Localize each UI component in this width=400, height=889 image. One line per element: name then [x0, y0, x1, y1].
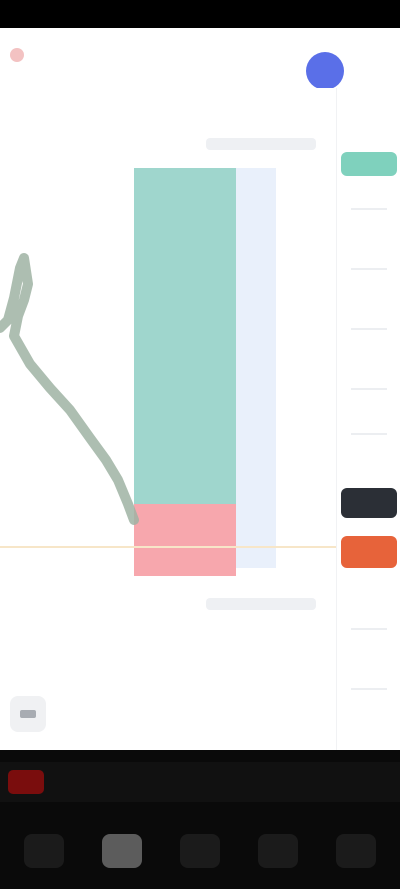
- axis-tick: [351, 628, 387, 630]
- axis-tick: [351, 268, 387, 270]
- axis-tick: [351, 208, 387, 210]
- drawing-tool-icon: [20, 710, 36, 718]
- price-tag-stop: [341, 536, 397, 568]
- price-line-path: [0, 253, 139, 525]
- nav-item-5[interactable]: [336, 834, 376, 868]
- axis-tick: [351, 388, 387, 390]
- symbol-title[interactable]: [32, 46, 162, 60]
- price-tag-target: [341, 152, 397, 176]
- price-line: [0, 253, 139, 525]
- status-bar: [0, 0, 400, 28]
- symbol-subtitle: [10, 78, 70, 88]
- record-icon[interactable]: [8, 770, 44, 794]
- axis-tick: [351, 433, 387, 435]
- nav-item-4[interactable]: [258, 834, 298, 868]
- symbol-icon[interactable]: [10, 48, 24, 62]
- nav-item-3[interactable]: [180, 834, 220, 868]
- axis-tick: [351, 688, 387, 690]
- nav-item-1[interactable]: [24, 834, 64, 868]
- chart-area[interactable]: [0, 88, 336, 750]
- bottom-navigation: [0, 820, 400, 880]
- avatar[interactable]: [306, 52, 344, 90]
- nav-item-2[interactable]: [102, 834, 142, 868]
- top-bar: [0, 28, 400, 90]
- price-tag-current: [341, 488, 397, 518]
- price-axis[interactable]: [336, 88, 400, 750]
- bottom-toolbar: [0, 762, 400, 802]
- drawing-tool-button[interactable]: [10, 696, 46, 732]
- bottom-panel: [0, 750, 400, 889]
- axis-tick: [351, 328, 387, 330]
